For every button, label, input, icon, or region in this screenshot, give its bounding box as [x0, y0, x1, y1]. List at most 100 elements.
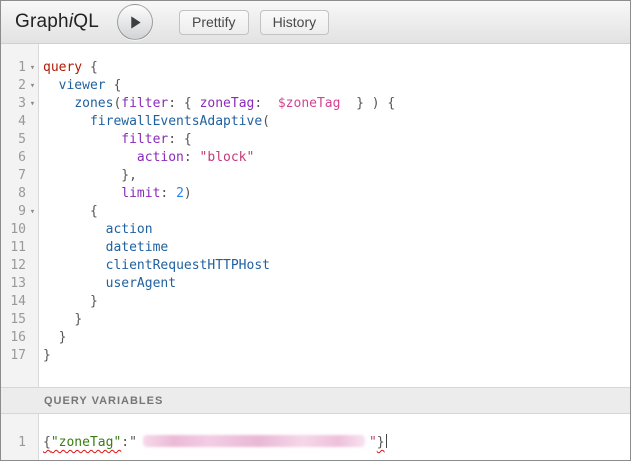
code-token: firewallEventsAdaptive [90, 114, 262, 129]
code-token: : [184, 150, 200, 165]
app-title-ql: QL [73, 11, 99, 32]
variables-line-number-gutter: 1 [1, 414, 39, 460]
gutter-row: 4 [1, 113, 38, 131]
code-token: action [106, 222, 153, 237]
fold-spacer [26, 167, 39, 185]
code-token: ( [262, 114, 270, 129]
fold-arrow-icon[interactable]: ▾ [26, 77, 39, 95]
query-editor: 1▾2▾3▾456789▾1011121314151617 query { vi… [1, 44, 630, 387]
app-title: GraphiQL [15, 11, 99, 33]
line-number: 1 [1, 59, 26, 77]
fold-arrow-icon[interactable]: ▾ [26, 95, 39, 113]
prettify-button[interactable]: Prettify [179, 10, 249, 35]
fold-arrow-icon[interactable]: ▾ [26, 203, 39, 221]
line-number: 1 [1, 434, 26, 452]
code-line: limit: 2) [43, 185, 630, 203]
line-number: 4 [1, 113, 26, 131]
gutter-row: 9▾ [1, 203, 38, 221]
code-token [43, 258, 106, 273]
code-token: zoneTag [200, 96, 255, 111]
code-token: : [254, 96, 262, 111]
history-button[interactable]: History [260, 10, 330, 35]
query-variables-header[interactable]: QUERY VARIABLES [1, 387, 630, 414]
code-token: { [43, 435, 51, 450]
line-number: 12 [1, 257, 26, 275]
code-line: action [43, 221, 630, 239]
gutter-row: 13 [1, 275, 38, 293]
code-token: : [121, 435, 129, 450]
fold-spacer [26, 293, 39, 311]
fold-spacer [26, 347, 39, 365]
code-line: clientRequestHTTPHost [43, 257, 630, 275]
execute-button[interactable] [117, 4, 153, 40]
gutter-row: 7 [1, 167, 38, 185]
variables-editor: 1 {"zoneTag":""} [1, 414, 630, 460]
code-token [43, 276, 106, 291]
code-token [43, 132, 121, 147]
code-token: datetime [106, 240, 169, 255]
line-number: 2 [1, 77, 26, 95]
code-token: "block" [200, 150, 255, 165]
code-token [43, 312, 74, 327]
code-token: { [90, 204, 98, 219]
graphiql-app: GraphiQL Prettify History 1▾2▾3▾456789▾1… [0, 0, 631, 461]
code-line: action: "block" [43, 149, 630, 167]
redacted-value [143, 435, 365, 447]
code-token: }, [121, 168, 137, 183]
gutter-row: 5 [1, 131, 38, 149]
code-token: ) [184, 186, 192, 201]
query-variables-title: QUERY VARIABLES [44, 395, 163, 407]
line-number: 8 [1, 185, 26, 203]
fold-spacer [26, 149, 39, 167]
gutter-row: 16 [1, 329, 38, 347]
code-token: clientRequestHTTPHost [106, 258, 270, 273]
code-token [262, 96, 278, 111]
code-token: zones [74, 96, 113, 111]
line-number: 6 [1, 149, 26, 167]
code-token: } [90, 294, 98, 309]
query-line-number-gutter: 1▾2▾3▾456789▾1011121314151617 [1, 44, 39, 387]
gutter-row: 6 [1, 149, 38, 167]
fold-spacer [26, 113, 39, 131]
gutter-row: 12 [1, 257, 38, 275]
code-token: " [129, 435, 137, 450]
code-token [43, 294, 90, 309]
variables-code-area[interactable]: {"zoneTag":""} [39, 414, 630, 460]
code-token [43, 186, 121, 201]
code-token: filter [121, 132, 168, 147]
fold-spacer [26, 239, 39, 257]
code-line: { [43, 203, 630, 221]
code-token [43, 204, 90, 219]
code-token: : [160, 186, 176, 201]
gutter-row: 1 [1, 434, 38, 452]
line-number: 16 [1, 329, 26, 347]
line-number: 17 [1, 347, 26, 365]
code-line: } [43, 329, 630, 347]
gutter-row: 15 [1, 311, 38, 329]
code-token [43, 96, 74, 111]
query-code-area[interactable]: query { viewer { zones(filter: { zoneTag… [39, 44, 630, 387]
gutter-row: 2▾ [1, 77, 38, 95]
code-token: viewer [59, 78, 106, 93]
code-token: 2 [176, 186, 184, 201]
code-token: action [137, 150, 184, 165]
code-token [43, 114, 90, 129]
fold-arrow-icon[interactable]: ▾ [26, 59, 39, 77]
gutter-row: 10 [1, 221, 38, 239]
line-number: 14 [1, 293, 26, 311]
code-token [43, 168, 121, 183]
code-token: } [43, 348, 51, 363]
line-number: 15 [1, 311, 26, 329]
line-number: 13 [1, 275, 26, 293]
code-token: { [106, 78, 122, 93]
code-line: firewallEventsAdaptive( [43, 113, 630, 131]
line-number: 10 [1, 221, 26, 239]
app-title-graph: Graph [15, 11, 69, 32]
code-line: datetime [43, 239, 630, 257]
code-line: } [43, 347, 630, 365]
code-token: } ) { [340, 96, 395, 111]
code-token [43, 330, 59, 345]
code-token: $zoneTag [278, 96, 341, 111]
topbar: GraphiQL Prettify History [1, 1, 630, 44]
gutter-row: 8 [1, 185, 38, 203]
